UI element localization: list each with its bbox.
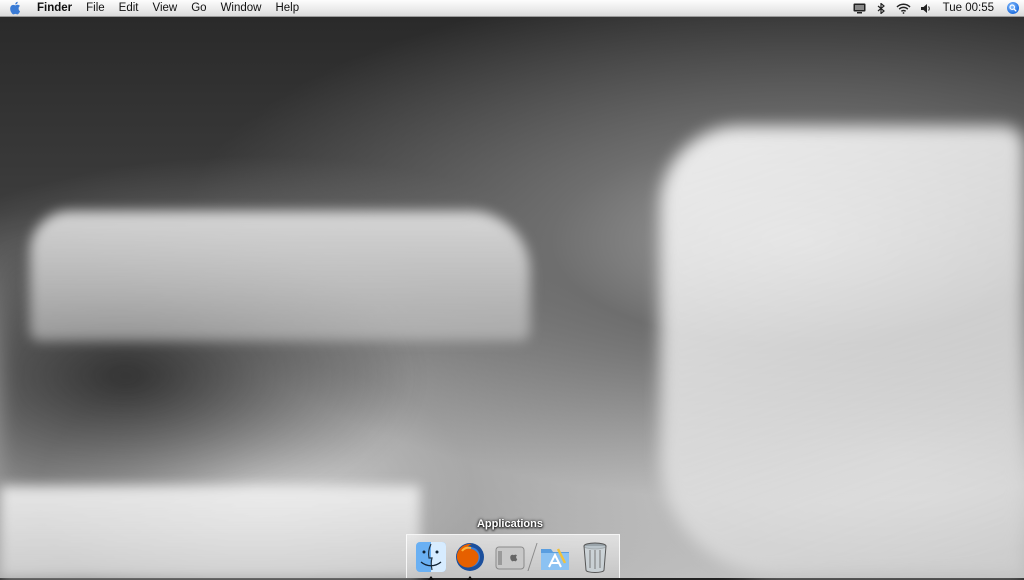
volume-icon[interactable] — [915, 0, 937, 16]
menu-go[interactable]: Go — [184, 0, 213, 16]
menu-window[interactable]: Window — [214, 0, 269, 16]
menu-clock[interactable]: Tue 00:55 — [937, 0, 1002, 16]
wifi-icon[interactable] — [893, 0, 915, 16]
desktop-wallpaper — [0, 16, 1024, 578]
dock — [406, 534, 620, 580]
menu-help[interactable]: Help — [268, 0, 306, 16]
display-icon[interactable] — [849, 0, 871, 16]
dock-separator — [532, 540, 534, 574]
menu-app-name[interactable]: Finder — [30, 0, 79, 16]
menu-view[interactable]: View — [146, 0, 185, 16]
wallpaper-highlight — [0, 486, 420, 578]
trash-icon[interactable] — [577, 539, 613, 575]
firefox-icon[interactable] — [452, 539, 488, 580]
finder-icon[interactable] — [413, 539, 449, 580]
menu-extras: Tue 00:55 — [849, 0, 1024, 16]
menu-file[interactable]: File — [79, 0, 112, 16]
spotlight-icon[interactable] — [1002, 0, 1024, 16]
menu-bar: Finder File Edit View Go Window Help Tue… — [0, 0, 1024, 17]
system-preferences-icon[interactable] — [492, 539, 528, 575]
applications-stack-icon[interactable] — [537, 539, 573, 575]
bluetooth-icon[interactable] — [871, 0, 893, 16]
menu-edit[interactable]: Edit — [112, 0, 146, 16]
wallpaper-highlight — [660, 126, 1024, 576]
wallpaper-highlight — [30, 211, 530, 341]
dock-hover-label: Applications — [476, 518, 543, 530]
apple-menu-icon[interactable] — [0, 0, 30, 16]
